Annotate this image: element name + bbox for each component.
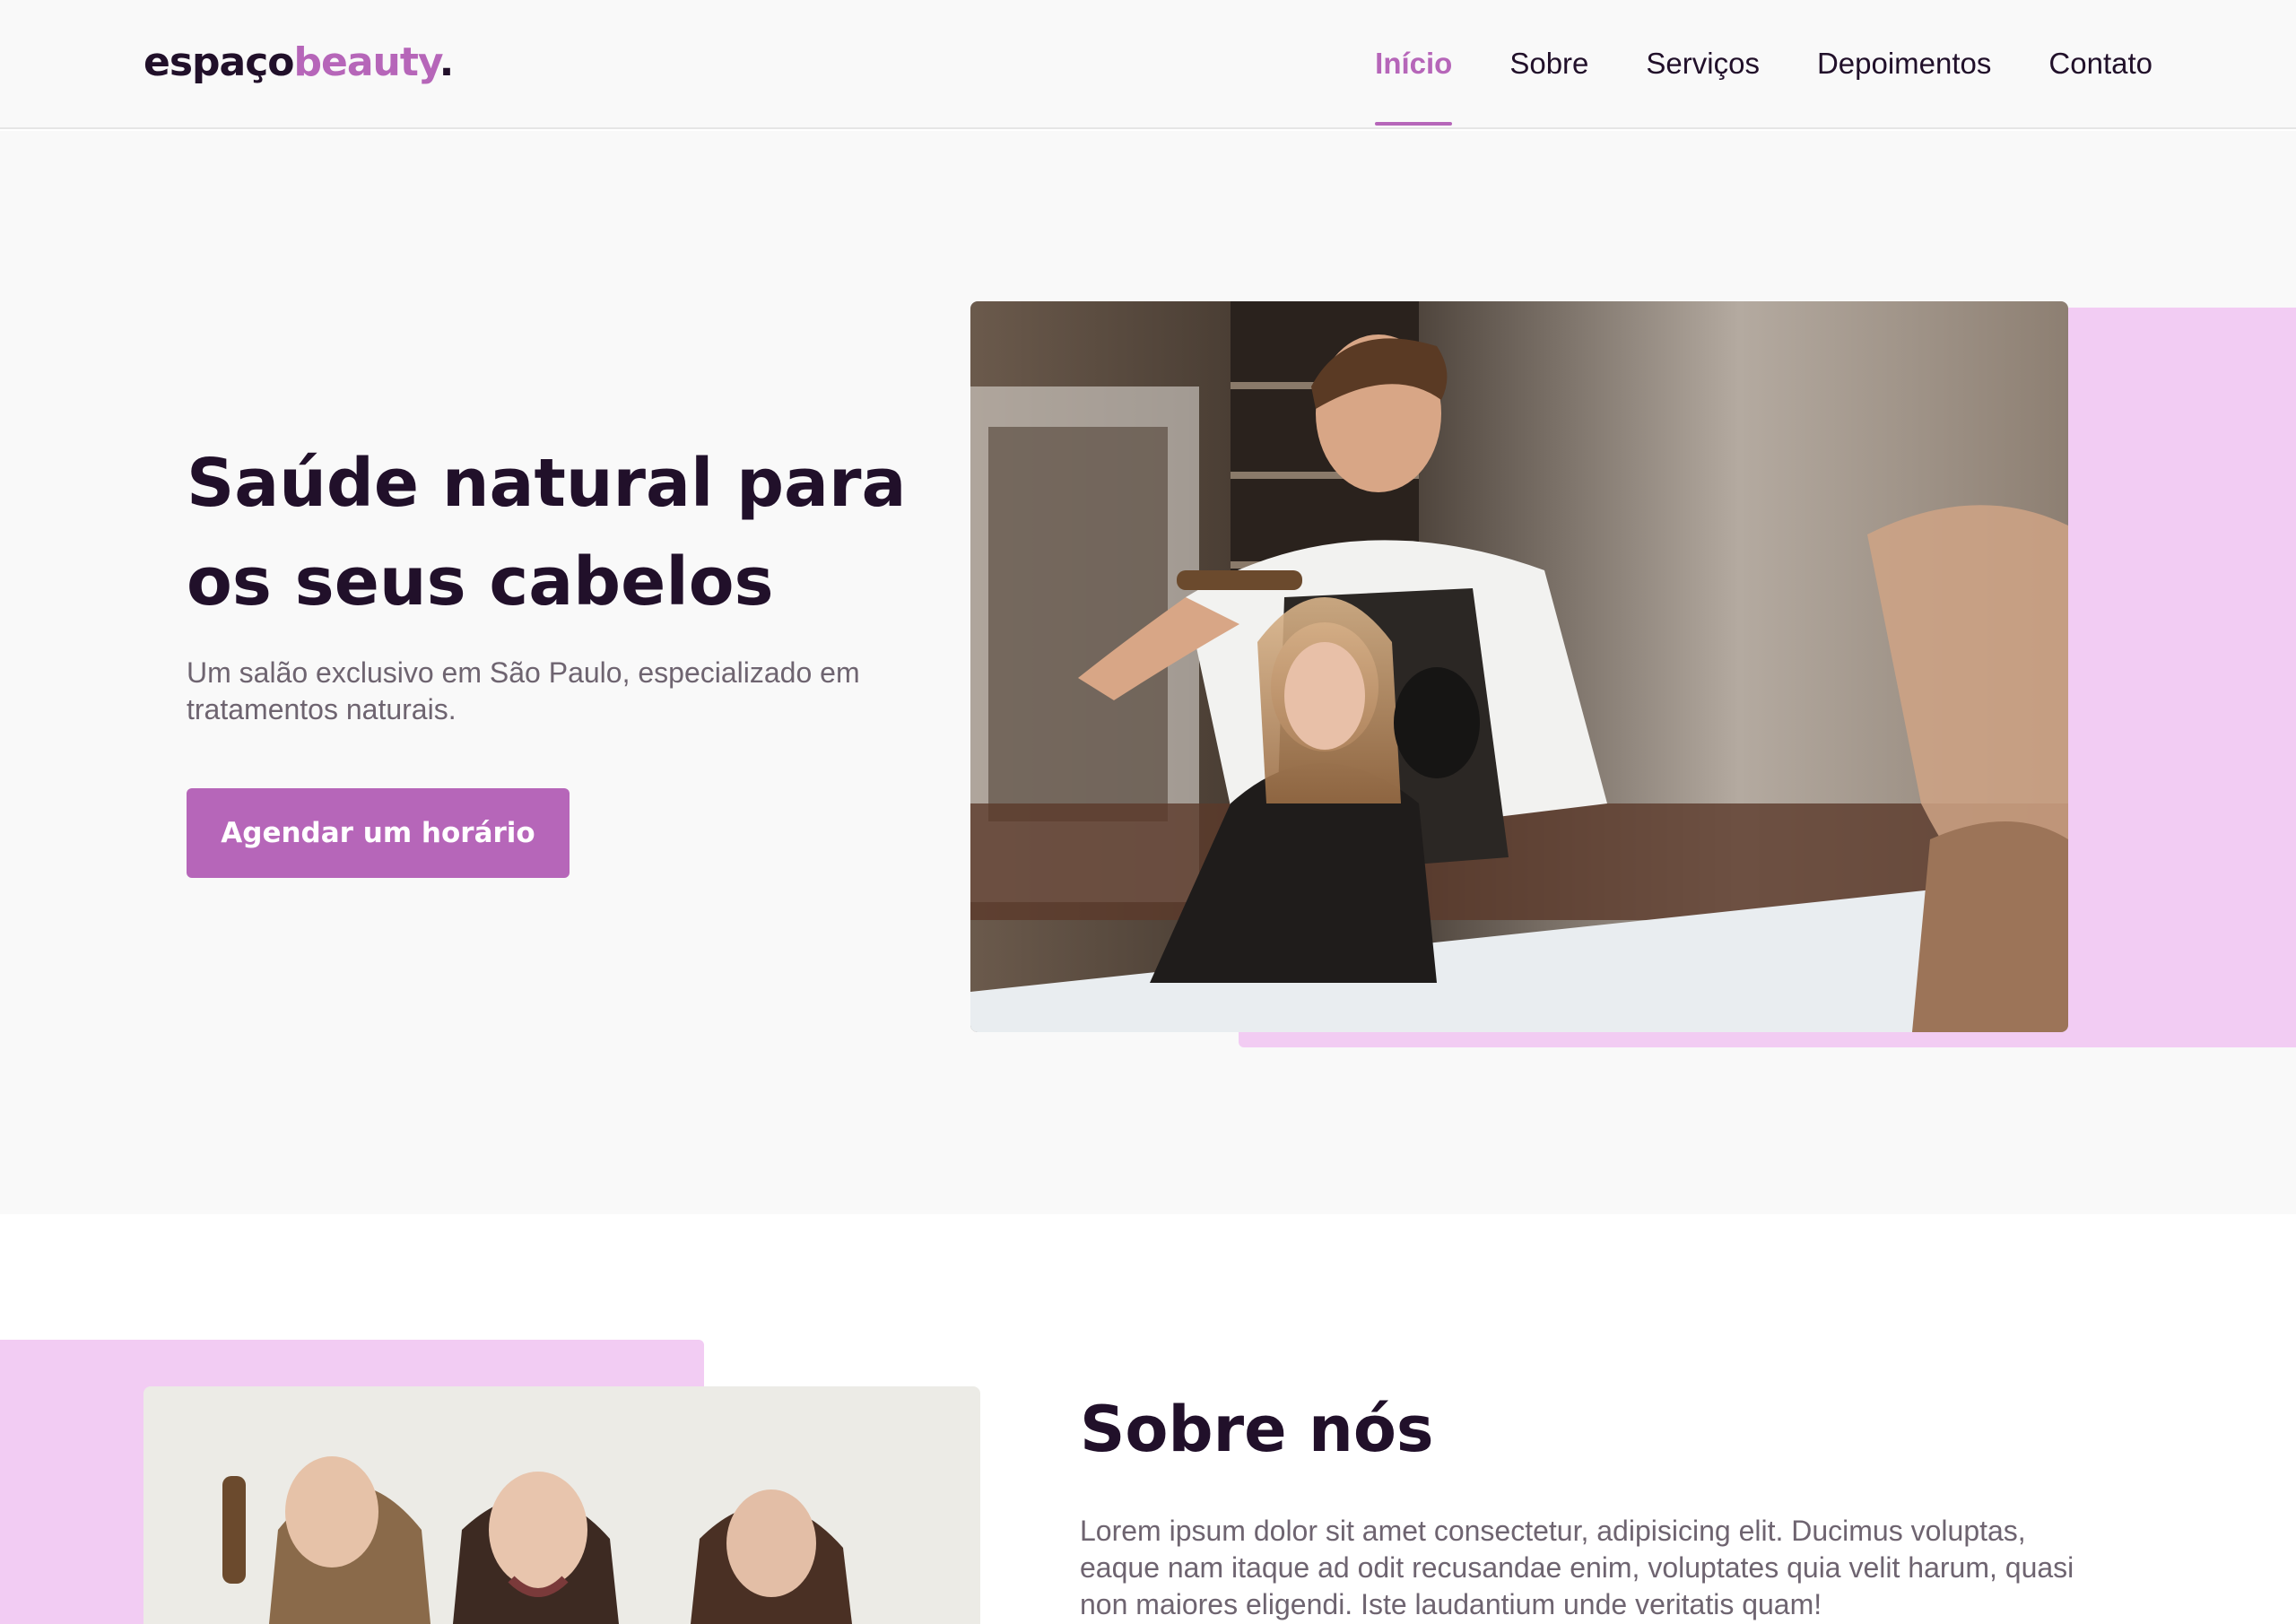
nav-item-contato[interactable]: Contato	[2048, 47, 2152, 86]
main-nav: Início Sobre Serviços Depoimentos Contat…	[1375, 47, 2152, 126]
hero-title: Saúde natural para os seus cabelos	[187, 445, 907, 621]
site-logo[interactable]: espaçobeauty.	[144, 39, 455, 85]
about-text: Lorem ipsum dolor sit amet consectetur, …	[1080, 1515, 2074, 1620]
logo-part-espaco: espaço	[144, 39, 295, 85]
about-team-image	[144, 1386, 980, 1624]
site-header: espaçobeauty. Início Sobre Serviços Depo…	[0, 0, 2296, 129]
hero-subtitle: Um salão exclusivo em São Paulo, especia…	[187, 656, 860, 725]
nav-item-inicio[interactable]: Início	[1375, 47, 1453, 126]
schedule-appointment-button[interactable]: Agendar um horário	[187, 788, 570, 878]
about-title: Sobre nós	[1080, 1393, 1434, 1466]
logo-dot: .	[439, 39, 455, 85]
logo-part-beauty: beauty	[293, 39, 440, 85]
nav-item-sobre[interactable]: Sobre	[1509, 47, 1588, 86]
nav-item-depoimentos[interactable]: Depoimentos	[1817, 47, 1991, 86]
hero-salon-image	[970, 301, 2068, 1032]
nav-item-servicos[interactable]: Serviços	[1646, 47, 1760, 86]
